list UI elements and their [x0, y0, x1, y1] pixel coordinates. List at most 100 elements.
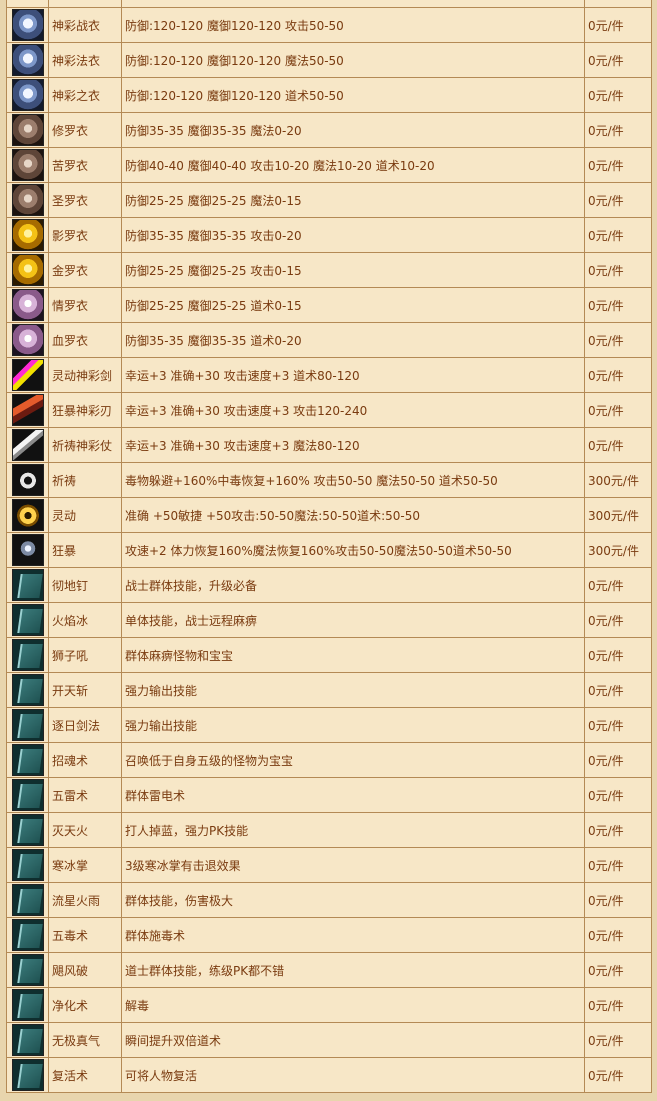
book-icon: [11, 1024, 44, 1056]
item-name: 飓风破: [48, 952, 122, 988]
table-row: 修罗衣 防御35-35 魔御35-35 魔法0-20 0元/件: [6, 112, 652, 148]
table-row: 五毒术 群体施毒术 0元/件: [6, 917, 652, 953]
item-description: 群体雷电术: [121, 777, 585, 813]
item-icon-cell: [6, 287, 49, 323]
table-row: 开天斩 强力输出技能 0元/件: [6, 672, 652, 708]
armor-blue-icon: [11, 79, 44, 111]
book-icon: [11, 1059, 44, 1091]
item-name: 复活术: [48, 1057, 122, 1093]
armor-pink-icon: [11, 289, 44, 321]
item-price: 0元/件: [584, 987, 652, 1023]
item-description: 防御35-35 魔御35-35 攻击0-20: [121, 217, 585, 253]
item-name: 招魂术: [48, 742, 122, 778]
item-price: 0元/件: [584, 287, 652, 323]
item-price: 0元/件: [584, 357, 652, 393]
item-name: 神彩之衣: [48, 77, 122, 113]
item-name: 修罗衣: [48, 112, 122, 148]
item-name: 无极真气: [48, 1022, 122, 1058]
table-row-partial: [6, 0, 652, 8]
item-icon-cell: [6, 882, 49, 918]
ring1-icon: [11, 464, 44, 496]
armor-brown-icon: [11, 184, 44, 216]
item-price: 0元/件: [584, 602, 652, 638]
table-row: 复活术 可将人物复活 0元/件: [6, 1057, 652, 1093]
armor-gold-icon: [11, 254, 44, 286]
item-icon-cell: [6, 812, 49, 848]
item-description: 防御25-25 魔御25-25 攻击0-15: [121, 252, 585, 288]
item-name: 开天斩: [48, 672, 122, 708]
item-icon-cell: [6, 112, 49, 148]
item-name: 苦罗衣: [48, 147, 122, 183]
item-table-body: 神彩战衣 防御:120-120 魔御120-120 攻击50-50 0元/件 神彩法衣…: [6, 0, 652, 1093]
table-row: 逐日剑法 强力输出技能 0元/件: [6, 707, 652, 743]
book-icon: [11, 954, 44, 986]
item-description: 幸运+3 准确+30 攻击速度+3 攻击120-240: [121, 392, 585, 428]
item-name: 灵动神彩剑: [48, 357, 122, 393]
item-name: 金罗衣: [48, 252, 122, 288]
book-icon: [11, 604, 44, 636]
table-row: 狮子吼 群体麻痹怪物和宝宝 0元/件: [6, 637, 652, 673]
item-description: 召唤低于自身五级的怪物为宝宝: [121, 742, 585, 778]
table-row: 金罗衣 防御25-25 魔御25-25 攻击0-15 0元/件: [6, 252, 652, 288]
item-description: 战士群体技能，升级必备: [121, 567, 585, 603]
table-row: 火焰冰 单体技能，战士远程麻痹 0元/件: [6, 602, 652, 638]
item-name: 火焰冰: [48, 602, 122, 638]
item-description: 防御40-40 魔御40-40 攻击10-20 魔法10-20 道术10-20: [121, 147, 585, 183]
item-name: 净化术: [48, 987, 122, 1023]
item-icon-cell: [6, 1022, 49, 1058]
item-icon-cell: [6, 0, 49, 8]
item-description: 幸运+3 准确+30 攻击速度+3 道术80-120: [121, 357, 585, 393]
table-row: 神彩战衣 防御:120-120 魔御120-120 攻击50-50 0元/件: [6, 7, 652, 43]
table-row: 彻地钉 战士群体技能，升级必备 0元/件: [6, 567, 652, 603]
item-description: 防御25-25 魔御25-25 道术0-15: [121, 287, 585, 323]
item-description: 瞬间提升双倍道术: [121, 1022, 585, 1058]
item-price: 0元/件: [584, 637, 652, 673]
item-price: 0元/件: [584, 112, 652, 148]
item-price: 0元/件: [584, 322, 652, 358]
table-row: 神彩之衣 防御:120-120 魔御120-120 道术50-50 0元/件: [6, 77, 652, 113]
table-row: 苦罗衣 防御40-40 魔御40-40 攻击10-20 魔法10-20 道术10-…: [6, 147, 652, 183]
book-icon: [11, 779, 44, 811]
book-icon: [11, 849, 44, 881]
item-description: 群体麻痹怪物和宝宝: [121, 637, 585, 673]
item-price: 0元/件: [584, 917, 652, 953]
table-row: 灭天火 打人掉蓝，强力PK技能 0元/件: [6, 812, 652, 848]
item-icon-cell: [6, 532, 49, 568]
table-row: 飓风破 道士群体技能，练级PK都不错 0元/件: [6, 952, 652, 988]
item-name-cell: [48, 0, 122, 8]
item-icon-cell: [6, 637, 49, 673]
book-icon: [11, 814, 44, 846]
table-row: 狂暴 攻速+2 体力恢复160%魔法恢复160%攻击50-50魔法50-50道术5…: [6, 532, 652, 568]
item-icon-cell: [6, 392, 49, 428]
item-name: 狮子吼: [48, 637, 122, 673]
item-price: 0元/件: [584, 252, 652, 288]
item-icon-cell: [6, 742, 49, 778]
table-row: 寒冰掌 3级寒冰掌有击退效果 0元/件: [6, 847, 652, 883]
armor-blue-icon: [11, 44, 44, 76]
table-row: 祈祷神彩仗 幸运+3 准确+30 攻击速度+3 魔法80-120 0元/件: [6, 427, 652, 463]
item-description: 道士群体技能，练级PK都不错: [121, 952, 585, 988]
item-description: 攻速+2 体力恢复160%魔法恢复160%攻击50-50魔法50-50道术50-…: [121, 532, 585, 568]
item-description: 防御25-25 魔御25-25 魔法0-15: [121, 182, 585, 218]
item-price: 300元/件: [584, 497, 652, 533]
item-name: 五雷术: [48, 777, 122, 813]
neck-icon: [11, 534, 44, 566]
table-row: 无极真气 瞬间提升双倍道术 0元/件: [6, 1022, 652, 1058]
sword2-icon: [11, 394, 44, 426]
table-row: 狂暴神彩刃 幸运+3 准确+30 攻击速度+3 攻击120-240 0元/件: [6, 392, 652, 428]
armor-brown-icon: [11, 149, 44, 181]
item-description: 防御:120-120 魔御120-120 道术50-50: [121, 77, 585, 113]
item-description: 可将人物复活: [121, 1057, 585, 1093]
book-icon: [11, 744, 44, 776]
item-name: 彻地钉: [48, 567, 122, 603]
item-description: 幸运+3 准确+30 攻击速度+3 魔法80-120: [121, 427, 585, 463]
item-price: 0元/件: [584, 777, 652, 813]
item-icon-cell: [6, 707, 49, 743]
item-icon-cell: [6, 322, 49, 358]
item-icon-cell: [6, 987, 49, 1023]
armor-pink-icon: [11, 324, 44, 356]
item-name: 灵动: [48, 497, 122, 533]
item-icon-cell: [6, 917, 49, 953]
item-description: 防御35-35 魔御35-35 魔法0-20: [121, 112, 585, 148]
item-icon-cell: [6, 567, 49, 603]
